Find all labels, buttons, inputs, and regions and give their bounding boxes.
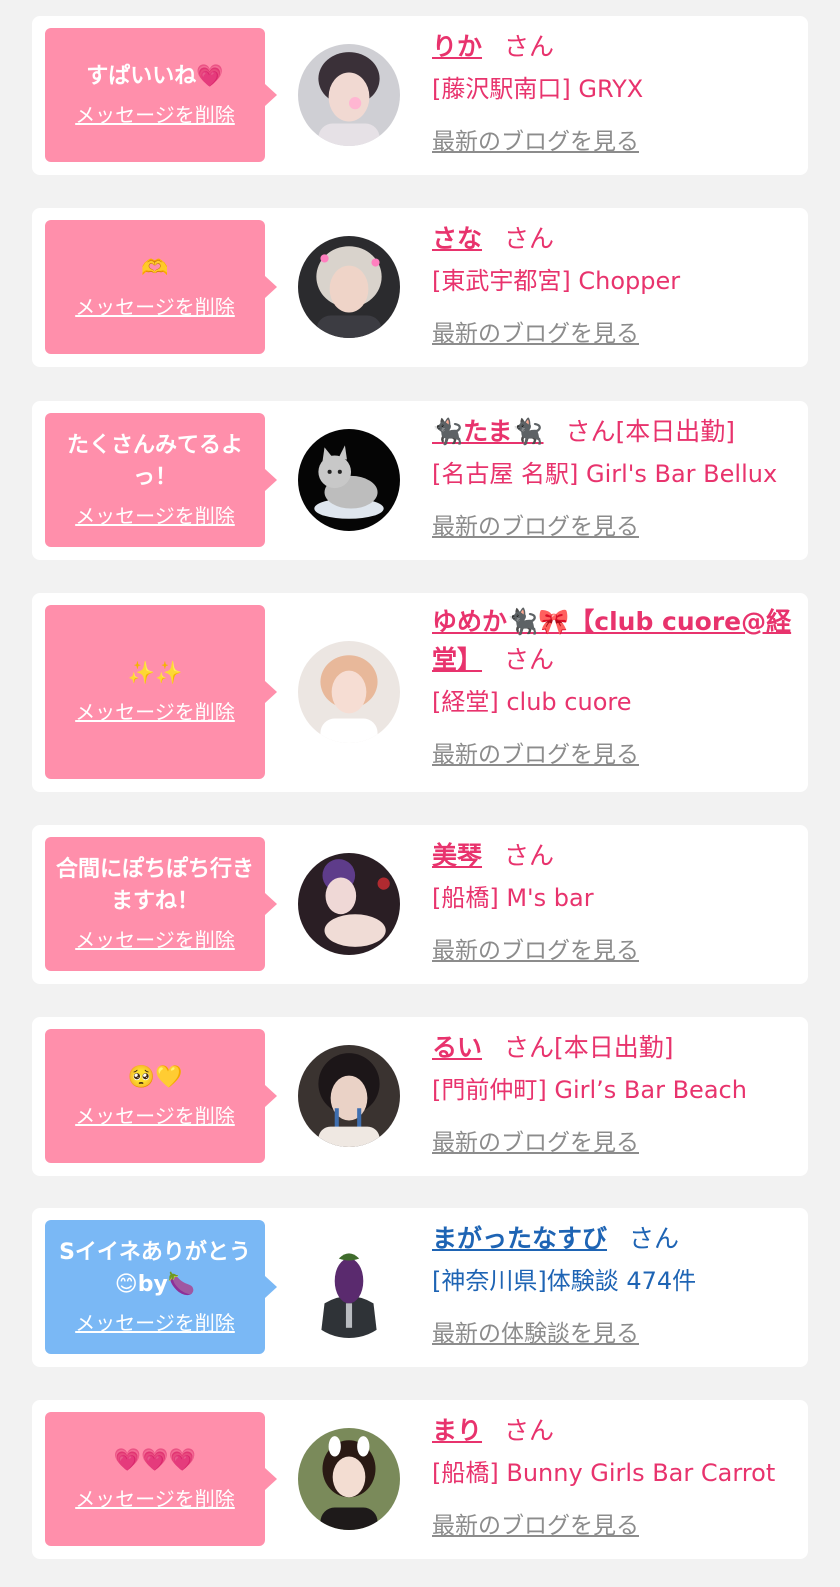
eggplant-suit-avatar-icon bbox=[298, 1236, 400, 1338]
delete-message-link[interactable]: メッセージを削除 bbox=[75, 1485, 235, 1513]
user-name-link[interactable]: まり bbox=[432, 1416, 482, 1445]
message-card: ✨✨ メッセージを削除 ゆめか🐈‍⬛🎀【club cuore@経堂】 さん [経堂… bbox=[32, 593, 808, 792]
honorific-text: さん bbox=[504, 645, 555, 674]
user-info: りか さん [藤沢駅南口] GRYX 最新のブログを見る bbox=[432, 28, 798, 158]
shop-label: [船橋] M's bar bbox=[432, 884, 594, 912]
delete-message-link[interactable]: メッセージを削除 bbox=[75, 1309, 235, 1337]
message-card: すぱいいね💗 メッセージを削除 りか さん [藤沢駅南口] GRYX 最新のブログ… bbox=[32, 16, 808, 175]
latest-blog-link[interactable]: 最新のブログを見る bbox=[432, 1510, 639, 1542]
avatar-photo-icon bbox=[298, 853, 400, 955]
message-text: 🫶 bbox=[141, 256, 169, 281]
latest-blog-link[interactable]: 最新のブログを見る bbox=[432, 318, 639, 350]
message-bubble: Sイイネありがとう😊by🍆 メッセージを削除 bbox=[45, 1220, 277, 1354]
shop-label: [神奈川県]体験談 474件 bbox=[432, 1267, 697, 1295]
user-info: さな さん [東武宇都宮] Chopper 最新のブログを見る bbox=[432, 220, 798, 350]
user-info: 美琴 さん [船橋] M's bar 最新のブログを見る bbox=[432, 837, 798, 967]
user-avatar[interactable] bbox=[298, 236, 400, 338]
user-avatar[interactable] bbox=[298, 1428, 400, 1530]
delete-message-link[interactable]: メッセージを削除 bbox=[75, 926, 235, 954]
user-avatar[interactable] bbox=[298, 1045, 400, 1147]
user-name-link[interactable]: りか bbox=[432, 32, 482, 61]
message-text: ✨✨ bbox=[127, 661, 183, 686]
message-bubble: 🫶 メッセージを削除 bbox=[45, 220, 277, 354]
message-bubble: 🥺💛 メッセージを削除 bbox=[45, 1029, 277, 1163]
message-list: すぱいいね💗 メッセージを削除 りか さん [藤沢駅南口] GRYX 最新のブログ… bbox=[0, 0, 840, 1587]
honorific-text: さん bbox=[504, 224, 555, 253]
message-text: 💗💗💗 bbox=[113, 1448, 197, 1473]
message-bubble: たくさんみてるよっ！ メッセージを削除 bbox=[45, 413, 277, 547]
avatar-photo-icon bbox=[298, 641, 400, 743]
message-card: 🥺💛 メッセージを削除 るい さん[本日出勤] [門前仲町] Girl’s Bar… bbox=[32, 1017, 808, 1176]
message-text: Sイイネありがとう😊by🍆 bbox=[59, 1240, 251, 1297]
delete-message-link[interactable]: メッセージを削除 bbox=[75, 698, 235, 726]
shop-label: [名古屋 名駅] Girl's Bar Bellux bbox=[432, 460, 778, 488]
user-name-link[interactable]: 🐈‍⬛たま🐈‍⬛ bbox=[432, 417, 544, 446]
latest-blog-link[interactable]: 最新のブログを見る bbox=[432, 511, 639, 543]
message-card: Sイイネありがとう😊by🍆 メッセージを削除 まがったなすび さん [神奈川県]体… bbox=[32, 1208, 808, 1367]
message-bubble: 合間にぽちぽち行きますね！ メッセージを削除 bbox=[45, 837, 277, 971]
user-info: まり さん [船橋] Bunny Girls Bar Carrot 最新のブログを… bbox=[432, 1412, 798, 1542]
cat-avatar-icon bbox=[298, 429, 400, 531]
shop-label: [船橋] Bunny Girls Bar Carrot bbox=[432, 1459, 776, 1487]
latest-blog-link[interactable]: 最新のブログを見る bbox=[432, 1127, 639, 1159]
latest-blog-link[interactable]: 最新のブログを見る bbox=[432, 739, 639, 771]
user-name-link[interactable]: まがったなすび bbox=[432, 1224, 607, 1253]
avatar-photo-icon bbox=[298, 1045, 400, 1147]
avatar-photo-icon bbox=[298, 44, 400, 146]
honorific-text: さん bbox=[504, 841, 555, 870]
latest-blog-link[interactable]: 最新のブログを見る bbox=[432, 935, 639, 967]
shop-label: [経堂] club cuore bbox=[432, 688, 632, 716]
delete-message-link[interactable]: メッセージを削除 bbox=[75, 1102, 235, 1130]
message-card: たくさんみてるよっ！ メッセージを削除 🐈‍⬛たま🐈‍⬛ さん[本日出勤] [名古… bbox=[32, 401, 808, 560]
user-name-link[interactable]: るい bbox=[432, 1033, 482, 1062]
honorific-text: さん[本日出勤] bbox=[504, 1033, 674, 1062]
user-info: まがったなすび さん [神奈川県]体験談 474件 最新の体験談を見る bbox=[432, 1220, 798, 1350]
avatar-photo-icon bbox=[298, 236, 400, 338]
message-card: 💗💗💗 メッセージを削除 まり さん [船橋] Bunny Girls Bar C… bbox=[32, 1400, 808, 1559]
message-text: すぱいいね💗 bbox=[86, 64, 224, 89]
honorific-text: さん bbox=[504, 32, 555, 61]
delete-message-link[interactable]: メッセージを削除 bbox=[75, 101, 235, 129]
message-text: 🥺💛 bbox=[127, 1065, 183, 1090]
message-card: 合間にぽちぽち行きますね！ メッセージを削除 美琴 さん [船橋] M's bar… bbox=[32, 825, 808, 984]
user-avatar[interactable] bbox=[298, 1236, 400, 1338]
user-avatar[interactable] bbox=[298, 44, 400, 146]
message-bubble: すぱいいね💗 メッセージを削除 bbox=[45, 28, 277, 162]
user-name-link[interactable]: ゆめか🐈‍⬛🎀【club cuore@経堂】 bbox=[432, 607, 791, 674]
message-bubble: 💗💗💗 メッセージを削除 bbox=[45, 1412, 277, 1546]
honorific-text: さん bbox=[504, 1416, 555, 1445]
user-info: 🐈‍⬛たま🐈‍⬛ さん[本日出勤] [名古屋 名駅] Girl's Bar Bel… bbox=[432, 413, 798, 543]
user-avatar[interactable] bbox=[298, 641, 400, 743]
avatar-photo-icon bbox=[298, 1428, 400, 1530]
user-avatar[interactable] bbox=[298, 853, 400, 955]
message-text: たくさんみてるよっ！ bbox=[66, 433, 243, 490]
latest-review-link[interactable]: 最新の体験談を見る bbox=[432, 1318, 639, 1350]
message-text: 合間にぽちぽち行きますね！ bbox=[55, 857, 254, 914]
shop-label: [門前仲町] Girl’s Bar Beach bbox=[432, 1076, 747, 1104]
user-info: るい さん[本日出勤] [門前仲町] Girl’s Bar Beach 最新のブロ… bbox=[432, 1029, 798, 1159]
delete-message-link[interactable]: メッセージを削除 bbox=[75, 502, 235, 530]
honorific-text: さん bbox=[629, 1224, 680, 1253]
user-avatar[interactable] bbox=[298, 429, 400, 531]
latest-blog-link[interactable]: 最新のブログを見る bbox=[432, 126, 639, 158]
honorific-text: さん[本日出勤] bbox=[565, 417, 736, 446]
message-bubble: ✨✨ メッセージを削除 bbox=[45, 605, 277, 779]
user-name-link[interactable]: さな bbox=[432, 224, 482, 253]
shop-label: [東武宇都宮] Chopper bbox=[432, 267, 681, 295]
message-card: 🫶 メッセージを削除 さな さん [東武宇都宮] Chopper 最新のブログを見… bbox=[32, 208, 808, 367]
user-info: ゆめか🐈‍⬛🎀【club cuore@経堂】 さん [経堂] club cuore… bbox=[432, 603, 798, 771]
shop-label: [藤沢駅南口] GRYX bbox=[432, 75, 644, 103]
user-name-link[interactable]: 美琴 bbox=[432, 841, 482, 870]
delete-message-link[interactable]: メッセージを削除 bbox=[75, 293, 235, 321]
